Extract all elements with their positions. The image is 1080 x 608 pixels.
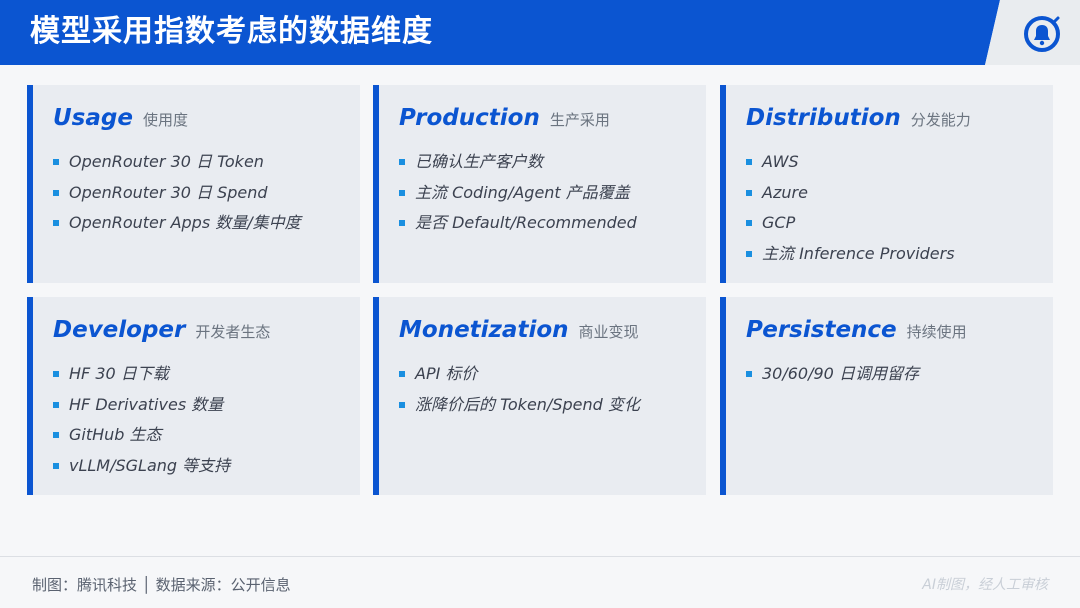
bullet-icon	[399, 401, 405, 408]
bullet-icon	[53, 401, 59, 408]
list-item: 30/60/90 日调用留存	[746, 359, 919, 390]
card-title-en: Developer	[53, 317, 186, 343]
list-item: HF 30 日下载	[53, 359, 230, 390]
card-title: Production 生产采用	[399, 105, 610, 131]
card-list: 已确认生产客户数 主流 Coding/Agent 产品覆盖 是否 Default…	[399, 147, 637, 239]
bullet-icon	[399, 371, 405, 377]
bullet-icon	[399, 220, 405, 226]
card-monetization: Monetization 商业变现 API 标价 涨降价后的 Token/Spe…	[373, 297, 706, 495]
card-production: Production 生产采用 已确认生产客户数 主流 Coding/Agent…	[373, 85, 706, 283]
bullet-icon	[746, 250, 752, 257]
card-title-en: Production	[399, 105, 540, 131]
card-title-en: Monetization	[399, 317, 569, 343]
list-item: vLLM/SGLang 等支持	[53, 451, 230, 482]
bullet-icon	[53, 462, 59, 469]
list-item: 是否 Default/Recommended	[399, 208, 637, 239]
list-item: API 标价	[399, 359, 640, 390]
list-item: OpenRouter 30 日 Spend	[53, 178, 301, 209]
bullet-icon	[399, 159, 405, 165]
card-title-en: Persistence	[746, 317, 897, 343]
list-item: AWS	[746, 147, 955, 178]
list-item: HF Derivatives 数量	[53, 390, 230, 421]
bullet-icon	[399, 189, 405, 196]
footer-watermark: AI制图，经人工审核	[922, 577, 1048, 593]
card-title-cn: 使用度	[142, 111, 188, 129]
card-list: HF 30 日下载 HF Derivatives 数量 GitHub 生态 vL…	[53, 359, 230, 481]
bullet-icon	[53, 371, 59, 377]
list-item: GCP	[746, 208, 955, 239]
footer-credits: 制图：腾讯科技 │ 数据来源：公开信息	[32, 576, 291, 594]
card-title-cn: 开发者生态	[195, 323, 271, 341]
card-list: 30/60/90 日调用留存	[746, 359, 919, 390]
card-title: Monetization 商业变现	[399, 317, 639, 343]
list-item: Azure	[746, 178, 955, 209]
bullet-icon	[53, 189, 59, 196]
list-item: 主流 Coding/Agent 产品覆盖	[399, 178, 637, 209]
page-title: 模型采用指数考虑的数据维度	[30, 14, 433, 49]
card-title: Distribution 分发能力	[746, 105, 971, 131]
slide: 模型采用指数考虑的数据维度 Usage 使用度 OpenRouter 30 日 …	[0, 0, 1080, 608]
footer-divider	[0, 556, 1080, 557]
list-item: 主流 Inference Providers	[746, 239, 955, 270]
tencent-bell-logo-icon	[1024, 16, 1060, 52]
card-distribution: Distribution 分发能力 AWS Azure GCP 主流 Infer…	[720, 85, 1053, 283]
card-title-cn: 持续使用	[906, 323, 967, 341]
list-item: GitHub 生态	[53, 420, 230, 451]
bullet-icon	[53, 432, 59, 438]
bullet-icon	[746, 371, 752, 377]
card-title-cn: 分发能力	[910, 111, 971, 129]
card-title-cn: 商业变现	[578, 323, 639, 341]
bullet-icon	[746, 189, 752, 196]
list-item: OpenRouter 30 日 Token	[53, 147, 301, 178]
list-item: 已确认生产客户数	[399, 147, 637, 178]
bullet-icon	[746, 159, 752, 165]
card-title: Usage 使用度	[53, 105, 188, 131]
card-title-cn: 生产采用	[549, 111, 610, 129]
card-list: OpenRouter 30 日 Token OpenRouter 30 日 Sp…	[53, 147, 301, 239]
list-item: 涨降价后的 Token/Spend 变化	[399, 390, 640, 421]
bullet-icon	[746, 220, 752, 226]
card-title: Persistence 持续使用	[746, 317, 967, 343]
bullet-icon	[53, 220, 59, 226]
list-item: OpenRouter Apps 数量/集中度	[53, 208, 301, 239]
card-persistence: Persistence 持续使用 30/60/90 日调用留存	[720, 297, 1053, 495]
bullet-icon	[53, 159, 59, 165]
card-title-en: Distribution	[746, 105, 901, 131]
card-title: Developer 开发者生态	[53, 317, 270, 343]
card-usage: Usage 使用度 OpenRouter 30 日 Token OpenRout…	[27, 85, 360, 283]
card-title-en: Usage	[53, 105, 133, 131]
card-list: API 标价 涨降价后的 Token/Spend 变化	[399, 359, 640, 420]
card-developer: Developer 开发者生态 HF 30 日下载 HF Derivatives…	[27, 297, 360, 495]
card-list: AWS Azure GCP 主流 Inference Providers	[746, 147, 955, 269]
